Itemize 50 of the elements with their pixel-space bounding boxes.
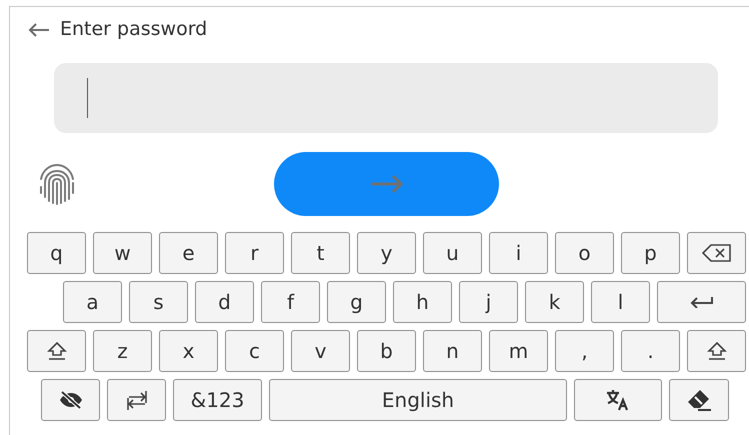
page-title: Enter password [60, 17, 208, 42]
shift-icon [46, 341, 68, 361]
translate-icon [606, 389, 630, 411]
key-button[interactable] [669, 379, 729, 421]
key-button[interactable]: f [261, 281, 320, 323]
eye-slash-icon [58, 390, 82, 410]
eraser-icon [686, 389, 712, 411]
right-arrow-icon [370, 174, 404, 194]
key-button[interactable]: , [555, 330, 614, 372]
key-button[interactable]: h [393, 281, 452, 323]
key-button[interactable]: o [555, 232, 614, 274]
key-button[interactable]: d [195, 281, 254, 323]
key-button[interactable]: j [459, 281, 518, 323]
password-field[interactable] [54, 63, 718, 133]
key-button[interactable] [27, 330, 86, 372]
key-button[interactable] [687, 330, 746, 372]
swap-arrows-icon [126, 389, 148, 411]
key-button[interactable]: l [591, 281, 650, 323]
key-button[interactable]: m [489, 330, 548, 372]
key-button[interactable]: &123 [173, 379, 262, 421]
key-button[interactable] [41, 379, 100, 421]
key-button[interactable]: u [423, 232, 482, 274]
key-button[interactable]: e [159, 232, 218, 274]
key-button[interactable] [107, 379, 166, 421]
key-button[interactable]: g [327, 281, 386, 323]
key-button[interactable] [687, 232, 746, 274]
key-button[interactable]: a [63, 281, 122, 323]
key-button[interactable]: v [291, 330, 350, 372]
key-button[interactable]: k [525, 281, 584, 323]
key-button[interactable]: y [357, 232, 416, 274]
key-button[interactable]: t [291, 232, 350, 274]
key-button[interactable]: r [225, 232, 284, 274]
key-button[interactable]: x [159, 330, 218, 372]
back-arrow-icon[interactable] [28, 22, 50, 36]
key-button[interactable]: q [27, 232, 86, 274]
enter-icon [690, 296, 714, 308]
key-button[interactable]: n [423, 330, 482, 372]
key-button[interactable]: s [129, 281, 188, 323]
key-button[interactable] [574, 379, 662, 421]
key-button[interactable]: c [225, 330, 284, 372]
backspace-icon [702, 243, 732, 263]
key-button[interactable]: i [489, 232, 548, 274]
space-key[interactable]: English [269, 379, 567, 421]
key-button[interactable]: . [621, 330, 680, 372]
shift-icon [706, 341, 728, 361]
key-button[interactable]: p [621, 232, 680, 274]
key-button[interactable]: w [93, 232, 152, 274]
key-button[interactable]: b [357, 330, 416, 372]
key-button[interactable]: z [93, 330, 152, 372]
fingerprint-icon[interactable] [37, 163, 77, 205]
